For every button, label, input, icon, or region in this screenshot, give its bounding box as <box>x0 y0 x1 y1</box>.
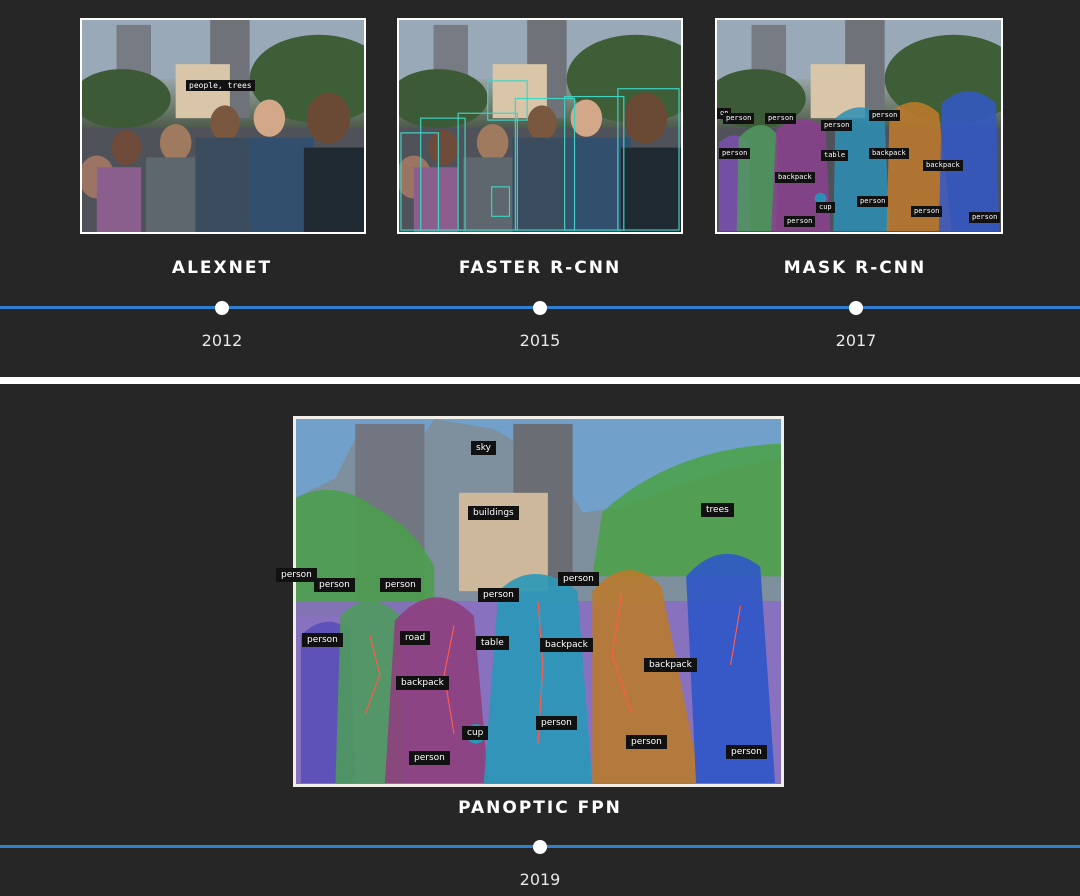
timeline-dot-2015 <box>533 301 547 315</box>
mask-label-person: person <box>723 113 755 124</box>
mask-label-person: person <box>765 113 797 124</box>
year-2015: 2015 <box>519 331 561 350</box>
panoptic-label-person-outside: person <box>276 568 317 582</box>
timeline-dot-2012 <box>215 301 229 315</box>
panoptic-label-backpack: backpack <box>540 638 593 652</box>
panoptic-label-buildings: buildings <box>468 506 519 520</box>
panoptic-label-backpack: backpack <box>396 676 449 690</box>
method-title-alexnet: ALEXNET <box>171 258 273 278</box>
panoptic-label-person: person <box>726 745 767 759</box>
mask-label-backpack: backpack <box>775 172 815 183</box>
panoptic-label-person: person <box>558 572 599 586</box>
panoptic-fpn-photo: sky buildings trees person person person… <box>293 416 784 787</box>
method-title-mask-rcnn: MASK R-CNN <box>783 258 927 278</box>
mask-label-person: person <box>911 206 943 217</box>
year-2017: 2017 <box>835 331 877 350</box>
section-divider <box>0 377 1080 384</box>
panoptic-label-person: person <box>626 735 667 749</box>
mask-label-backpack: backpack <box>869 148 909 159</box>
panoptic-label-person: person <box>478 588 519 602</box>
panoptic-label-person: person <box>409 751 450 765</box>
mask-label-cup: cup <box>816 202 835 213</box>
panoptic-label-backpack: backpack <box>644 658 697 672</box>
alexnet-photo-scene <box>82 20 364 232</box>
mask-label-backpack: backpack <box>923 160 963 171</box>
alexnet-caption: people, trees <box>186 80 255 91</box>
method-title-faster-rcnn: FASTER R-CNN <box>458 258 622 278</box>
year-2012: 2012 <box>201 331 243 350</box>
mask-label-person: person <box>821 120 853 131</box>
mask-label-table: table <box>821 150 849 161</box>
panoptic-label-person: person <box>302 633 343 647</box>
mask-label-person: person <box>719 148 751 159</box>
mask-label-person: person <box>857 196 889 207</box>
method-title-panoptic-fpn: PANOPTIC FPN <box>458 798 622 818</box>
top-panel: people, trees person person person perso… <box>0 0 1080 377</box>
panoptic-label-road: road <box>400 631 431 645</box>
mask-label-person: person <box>869 110 901 121</box>
mask-label-person: person <box>784 216 816 227</box>
faster-rcnn-photo-scene <box>399 20 681 232</box>
panoptic-label-person: person <box>380 578 421 592</box>
panoptic-label-table: table <box>476 636 509 650</box>
timeline-dot-2019 <box>533 840 547 854</box>
timeline-dot-2017 <box>849 301 863 315</box>
panoptic-label-trees: trees <box>701 503 734 517</box>
panoptic-label-person: person <box>536 716 577 730</box>
panoptic-label-cup: cup <box>462 726 489 740</box>
mask-label-person: person <box>969 212 1001 223</box>
year-2019: 2019 <box>519 870 561 889</box>
panoptic-label-sky: sky <box>471 441 496 455</box>
faster-rcnn-photo <box>397 18 683 234</box>
alexnet-photo: people, trees <box>80 18 366 234</box>
panoptic-label-person: person <box>314 578 355 592</box>
bottom-panel: sky buildings trees person person person… <box>0 384 1080 896</box>
mask-rcnn-photo: on person person person person person ta… <box>715 18 1003 234</box>
